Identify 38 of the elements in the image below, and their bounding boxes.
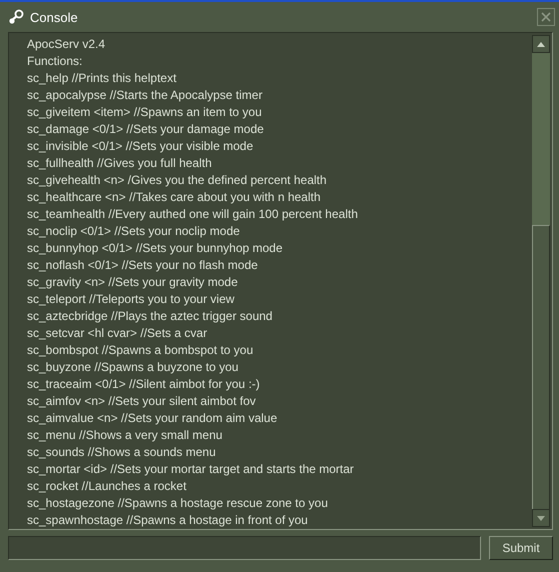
console-line: sc_giveitem <item> //Spawns an item to you bbox=[27, 104, 263, 121]
console-line: Functions: bbox=[27, 53, 84, 70]
console-line: sc_spawnhostage //Spawns a hostage in front of you bbox=[27, 512, 309, 529]
console-line: sc_bombspot //Spawns a bombspot to you bbox=[27, 342, 254, 359]
command-input[interactable] bbox=[8, 536, 481, 560]
console-line: sc_bunnyhop <0/1> //Sets your bunnyhop mode bbox=[27, 240, 284, 257]
window-title: Console bbox=[30, 10, 79, 24]
console-line: sc_invisible <0/1> //Sets your visible mode bbox=[27, 138, 254, 155]
console-line: sc_rocket //Launches a rocket bbox=[27, 478, 188, 495]
console-line: sc_fullhealth //Gives you full health bbox=[27, 155, 213, 172]
console-line: sc_gravity <n> //Sets your gravity mode bbox=[27, 274, 239, 291]
close-button[interactable] bbox=[537, 8, 555, 26]
console-line: sc_noclip <0/1> //Sets your noclip mode bbox=[27, 223, 241, 240]
console-line: sc_damage <0/1> //Sets your damage mode bbox=[27, 121, 265, 138]
console-line: sc_healthcare <n> //Takes care about you with n health bbox=[27, 189, 322, 206]
console-line: sc_aztecbridge //Plays the aztec trigger sound bbox=[27, 308, 274, 325]
console-line: sc_menu //Shows a very small menu bbox=[27, 427, 224, 444]
console-line: sc_teamhealth //Every authed one will gain 100 percent health bbox=[27, 206, 359, 223]
console-line: sc_teleport //Teleports you to your view bbox=[27, 291, 236, 308]
scroll-down-icon[interactable] bbox=[537, 516, 545, 520]
console-line: sc_help //Prints this helptext bbox=[27, 70, 178, 87]
scroll-up-icon[interactable] bbox=[537, 42, 545, 46]
close-icon bbox=[541, 12, 551, 22]
steam-logo-icon bbox=[8, 9, 24, 25]
submit-button[interactable]: Submit bbox=[489, 536, 553, 560]
console-line: ApocServ v2.4 bbox=[27, 36, 106, 53]
console-line: sc_mortar <id> //Sets your mortar target and starts the mortar bbox=[27, 461, 355, 478]
console-line: sc_noflash <0/1> //Sets your no flash mode bbox=[27, 257, 259, 274]
console-line: sc_givehealth <n> /Gives you the defined percent health bbox=[27, 172, 328, 189]
console-line: sc_apocalypse //Starts the Apocalypse timer bbox=[27, 87, 264, 104]
console-line: sc_setcvar <hl cvar> //Sets a cvar bbox=[27, 325, 208, 342]
console-line: sc_aimfov <n> //Sets your silent aimbot fov bbox=[27, 393, 257, 410]
console-line: sc_buyzone //Spawns a buyzone to you bbox=[27, 359, 240, 376]
console-line: sc_traceaim <0/1> //Silent aimbot for you :-) bbox=[27, 376, 261, 393]
scrollbar[interactable] bbox=[532, 35, 550, 527]
console-line: sc_hostagezone //Spawns a hostage rescue zone to you bbox=[27, 495, 329, 512]
console-line: sc_aimvalue <n> //Sets your random aim value bbox=[27, 410, 278, 427]
console-line: sc_sounds //Shows a sounds menu bbox=[27, 444, 217, 461]
